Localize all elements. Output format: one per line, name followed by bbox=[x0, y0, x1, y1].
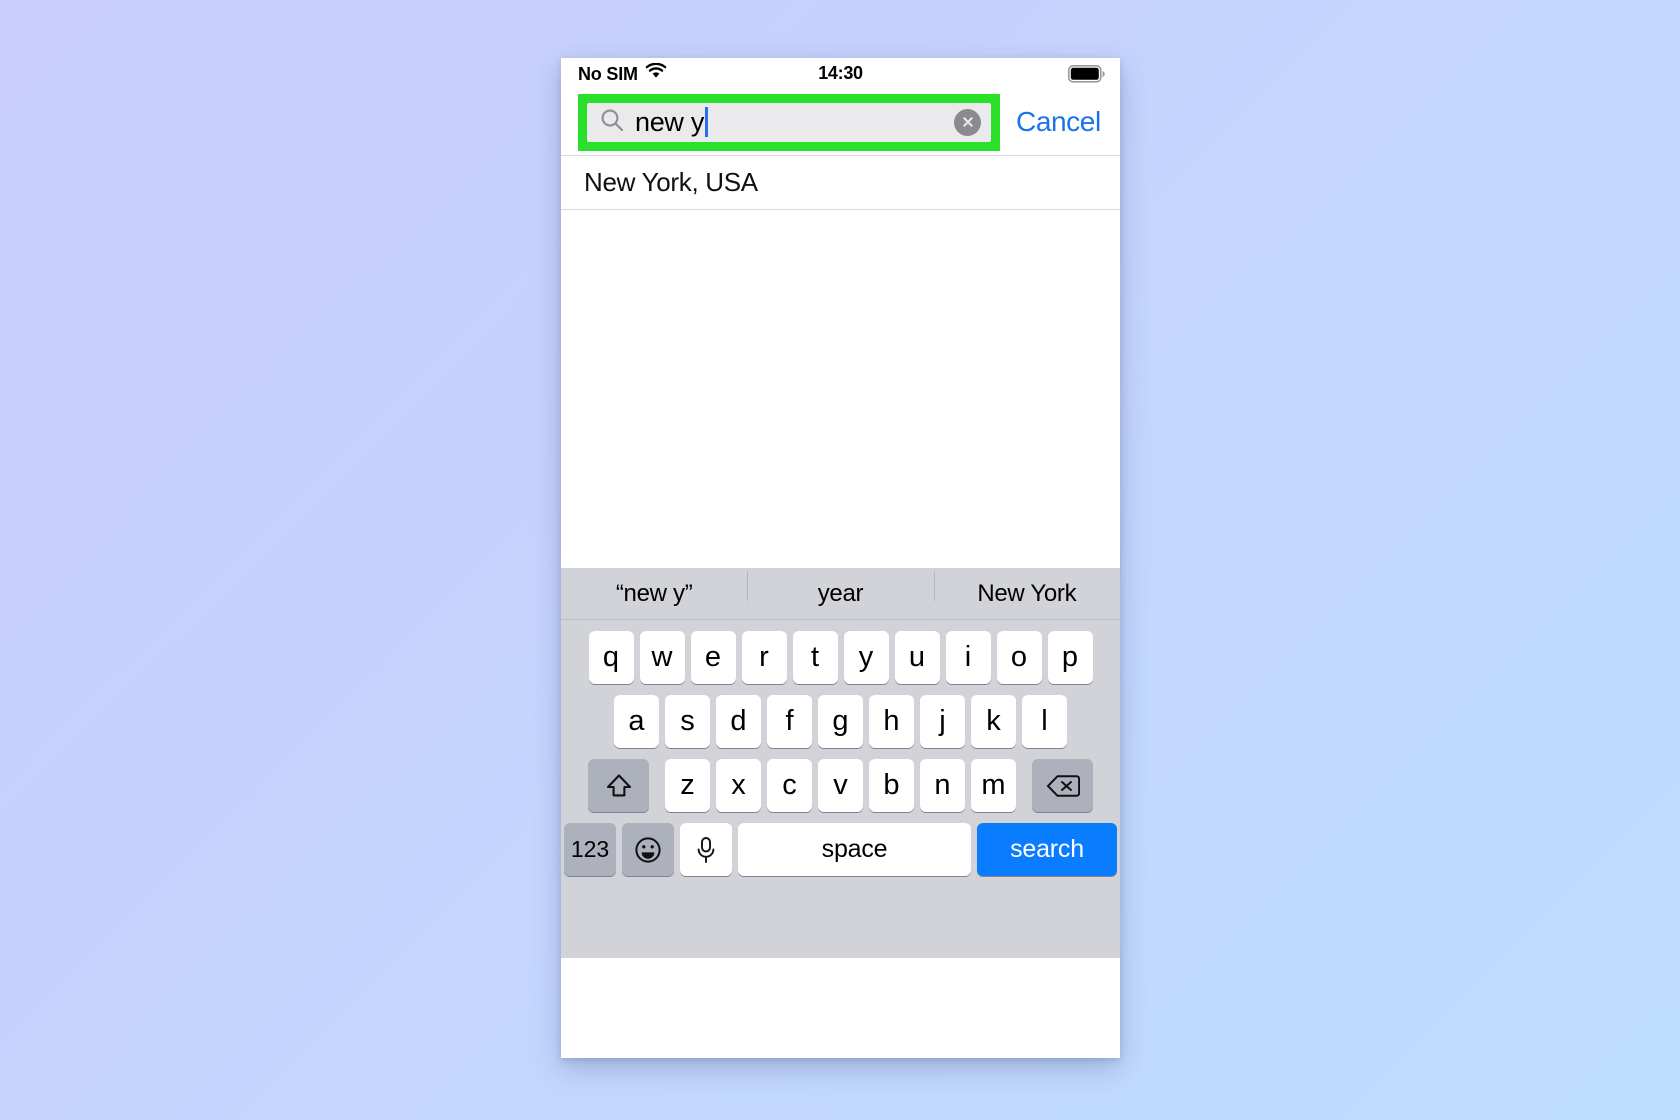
predictive-suggestion-bar: “new y” year New York bbox=[561, 568, 1120, 620]
key-k[interactable]: k bbox=[971, 695, 1016, 748]
clock-label: 14:30 bbox=[818, 63, 863, 83]
battery-full-icon bbox=[1068, 65, 1106, 88]
search-query-value: new y bbox=[635, 107, 705, 137]
key-i[interactable]: i bbox=[945, 631, 991, 684]
search-input-text: new y bbox=[635, 106, 954, 138]
search-input[interactable]: new y bbox=[587, 102, 991, 142]
clear-circle-icon[interactable] bbox=[954, 108, 981, 136]
key-n[interactable]: n bbox=[920, 759, 965, 812]
key-l[interactable]: l bbox=[1022, 695, 1067, 748]
cancel-button[interactable]: Cancel bbox=[1016, 106, 1101, 138]
search-icon bbox=[599, 107, 625, 138]
suggestion-2[interactable]: New York bbox=[933, 570, 1120, 608]
search-return-key[interactable]: search bbox=[977, 823, 1117, 876]
key-e[interactable]: e bbox=[690, 631, 736, 684]
search-field-highlight-box: new y bbox=[578, 93, 1000, 151]
key-g[interactable]: g bbox=[818, 695, 863, 748]
suggestion-1[interactable]: year bbox=[747, 570, 933, 608]
key-x[interactable]: x bbox=[716, 759, 761, 812]
space-key[interactable]: space bbox=[738, 823, 971, 876]
key-o[interactable]: o bbox=[996, 631, 1042, 684]
key-m[interactable]: m bbox=[971, 759, 1016, 812]
emoji-smiley-icon[interactable] bbox=[622, 823, 674, 876]
key-z[interactable]: z bbox=[665, 759, 710, 812]
status-bar: No SIM 14:30 bbox=[561, 58, 1120, 89]
key-a[interactable]: a bbox=[614, 695, 659, 748]
key-j[interactable]: j bbox=[920, 695, 965, 748]
keyboard-row-2: a s d f g h j k l bbox=[561, 695, 1120, 748]
key-f[interactable]: f bbox=[767, 695, 812, 748]
key-q[interactable]: q bbox=[588, 631, 634, 684]
keyboard-row-1: q w e r t y u i o p bbox=[561, 631, 1120, 684]
key-c[interactable]: c bbox=[767, 759, 812, 812]
phone-screen: No SIM 14:30 new y Cancel New York, USA … bbox=[561, 58, 1120, 1058]
numbers-key[interactable]: 123 bbox=[564, 823, 616, 876]
key-d[interactable]: d bbox=[716, 695, 761, 748]
key-b[interactable]: b bbox=[869, 759, 914, 812]
key-y[interactable]: y bbox=[843, 631, 889, 684]
backspace-delete-icon[interactable] bbox=[1032, 759, 1093, 812]
key-h[interactable]: h bbox=[869, 695, 914, 748]
search-bar-row: new y Cancel bbox=[561, 89, 1120, 155]
list-item[interactable]: New York, USA bbox=[561, 156, 1120, 210]
results-empty-area bbox=[561, 210, 1120, 568]
key-v[interactable]: v bbox=[818, 759, 863, 812]
on-screen-keyboard: “new y” year New York q w e r t y u i o … bbox=[561, 568, 1120, 958]
microphone-icon[interactable] bbox=[680, 823, 732, 876]
suggestion-0[interactable]: “new y” bbox=[561, 580, 747, 608]
key-r[interactable]: r bbox=[741, 631, 787, 684]
key-t[interactable]: t bbox=[792, 631, 838, 684]
text-caret bbox=[705, 107, 709, 137]
result-label: New York, USA bbox=[584, 167, 758, 197]
keyboard-row-4: 123 space search bbox=[561, 823, 1120, 876]
key-w[interactable]: w bbox=[639, 631, 685, 684]
shift-up-arrow-icon[interactable] bbox=[588, 759, 649, 812]
key-p[interactable]: p bbox=[1047, 631, 1093, 684]
keyboard-row-3: z x c v b n m bbox=[561, 759, 1120, 812]
search-results-list: New York, USA bbox=[561, 155, 1120, 210]
key-u[interactable]: u bbox=[894, 631, 940, 684]
key-s[interactable]: s bbox=[665, 695, 710, 748]
